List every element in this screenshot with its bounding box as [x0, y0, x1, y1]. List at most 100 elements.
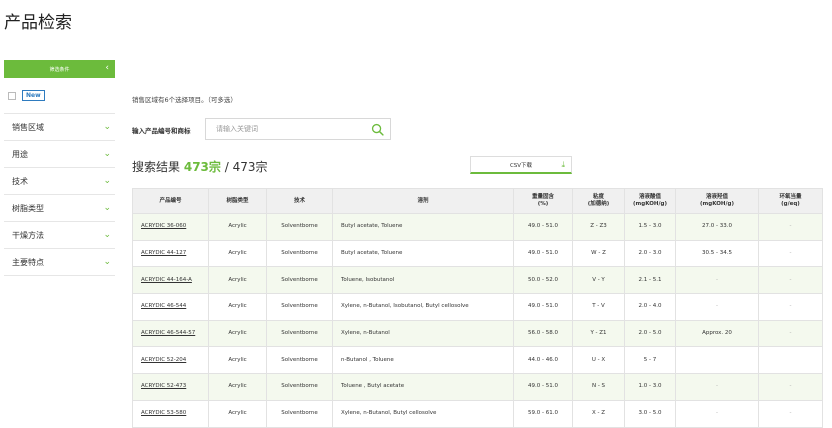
- product-code-link[interactable]: ACRYDIC 44-164-A: [141, 277, 192, 283]
- solvent-cell-text: Butyl acetate, Toluene: [341, 250, 403, 257]
- col-header-epoxy-equivalent[interactable]: 环氧当量 (g/eq): [758, 188, 823, 214]
- technology-cell-text: Solventborne: [281, 276, 318, 283]
- epoxy-equivalent-cell: -: [758, 320, 823, 348]
- resin-type-cell-text: Acrylic: [228, 410, 247, 417]
- resin-type-cell: Acrylic: [208, 320, 267, 348]
- sidebar-item-sales-region[interactable]: 销售区域 ⌄: [4, 114, 115, 141]
- sidebar-item-key-features[interactable]: 主要特点 ⌄: [4, 249, 115, 276]
- product-code-cell: ACRYDIC 46-544-57: [132, 320, 209, 348]
- acid-value-cell-text: 2.0 - 3.0: [638, 250, 662, 257]
- solvent-cell-text: Xylene, n-Butanol, Butyl cellosolve: [341, 410, 437, 417]
- hydroxyl-value-cell: [675, 346, 759, 375]
- solids-cell: 50.0 - 52.0: [513, 266, 573, 295]
- viscosity-cell-text: N - S: [591, 383, 606, 390]
- resin-type-cell-text: Acrylic: [228, 383, 247, 390]
- search-input[interactable]: [216, 125, 366, 133]
- collapse-chevron-icon[interactable]: ‹: [105, 63, 109, 73]
- sidebar-item-label: 销售区域: [12, 122, 44, 132]
- solvent-cell: Butyl acetate, Toluene: [332, 240, 514, 268]
- sidebar-header-label: 筛选条件: [49, 66, 70, 73]
- solids-cell-text: 49.0 - 51.0: [528, 383, 558, 390]
- col-header-acid-value[interactable]: 溶液酸值 (mgKOH/g): [624, 188, 676, 214]
- resin-type-cell: Acrylic: [208, 293, 267, 321]
- product-code-link[interactable]: ACRYDIC 46-544: [141, 303, 186, 309]
- hydroxyl-value-cell-text: -: [716, 303, 718, 310]
- solvent-cell-text: n-Butanol , Toluene: [341, 356, 394, 363]
- product-code-cell: ACRYDIC 52-473: [132, 373, 209, 401]
- technology-cell: Solventborne: [266, 320, 333, 348]
- col-header-viscosity[interactable]: 粘度 (加德纳): [572, 188, 625, 214]
- col-header-technology[interactable]: 技术: [266, 188, 333, 214]
- solvent-cell: Butyl acetate, Toluene: [332, 213, 514, 241]
- epoxy-equivalent-cell: [758, 346, 823, 375]
- col-header-product-code[interactable]: 产品编号: [132, 188, 209, 214]
- acid-value-cell: 2.0 - 3.0: [624, 240, 676, 268]
- acid-value-cell: 5 - 7: [624, 346, 676, 375]
- solids-cell: 49.0 - 51.0: [513, 240, 573, 268]
- technology-cell-text: Solventborne: [281, 330, 318, 337]
- technology-cell: Solventborne: [266, 400, 333, 428]
- solvent-cell: n-Butanol , Toluene: [332, 346, 514, 375]
- hydroxyl-value-cell: -: [675, 266, 759, 295]
- hydroxyl-value-cell-text: 27.0 - 33.0: [702, 223, 732, 230]
- chevron-down-icon: ⌄: [103, 122, 111, 132]
- viscosity-cell-text: U - X: [591, 356, 606, 363]
- product-code-link[interactable]: ACRYDIC 53-580: [141, 410, 186, 416]
- hydroxyl-value-cell: -: [675, 400, 759, 428]
- viscosity-cell-text: T - V: [592, 303, 605, 310]
- sidebar-item-technology[interactable]: 技术 ⌄: [4, 168, 115, 195]
- col-header-hydroxyl-value[interactable]: 溶液羟值 (mgKOH/g): [675, 188, 759, 214]
- product-code-link[interactable]: ACRYDIC 46-544-57: [141, 330, 195, 336]
- search-box[interactable]: [205, 118, 391, 140]
- epoxy-equivalent-cell-text: -: [789, 383, 792, 390]
- viscosity-cell: U - X: [572, 346, 625, 375]
- acid-value-cell-text: 2.0 - 4.0: [638, 303, 662, 310]
- col-header-solvent[interactable]: 溶剂: [332, 188, 514, 214]
- solids-cell-text: 59.0 - 61.0: [528, 410, 558, 417]
- product-code-link[interactable]: ACRYDIC 36-060: [141, 223, 186, 229]
- result-label: 搜索结果: [132, 160, 181, 174]
- technology-cell-text: Solventborne: [281, 250, 318, 257]
- result-total: / 473宗: [224, 160, 268, 174]
- product-code-link[interactable]: ACRYDIC 44-127: [141, 250, 186, 256]
- acid-value-cell-text: 2.0 - 5.0: [638, 330, 662, 337]
- sidebar-item-resin-type[interactable]: 树脂类型 ⌄: [4, 195, 115, 222]
- csv-download-button[interactable]: CSV下载 ⤓: [470, 156, 572, 174]
- col-header-solids[interactable]: 重量固含 (%): [513, 188, 573, 214]
- resin-type-cell-text: Acrylic: [228, 276, 247, 283]
- resin-type-cell: Acrylic: [208, 373, 267, 401]
- hydroxyl-value-cell-text: -: [716, 410, 718, 417]
- new-checkbox[interactable]: [8, 91, 16, 100]
- resin-type-cell: Acrylic: [208, 240, 267, 268]
- sidebar-item-label: 用途: [12, 149, 28, 159]
- col-header-resin-type[interactable]: 树脂类型: [208, 188, 267, 214]
- csv-download-label: CSV下载: [509, 162, 533, 169]
- sidebar-header[interactable]: 筛选条件 ‹: [4, 60, 115, 78]
- product-code-cell: ACRYDIC 46-544: [132, 293, 209, 321]
- hydroxyl-value-cell: 30.5 - 34.5: [675, 240, 759, 268]
- acid-value-cell: 1.0 - 3.0: [624, 373, 676, 401]
- epoxy-equivalent-cell: -: [758, 240, 823, 268]
- chevron-down-icon: ⌄: [103, 230, 111, 240]
- viscosity-cell: Y - Z1: [572, 320, 625, 348]
- acid-value-cell-text: 3.0 - 5.0: [638, 410, 662, 417]
- acid-value-cell: 2.1 - 5.1: [624, 266, 676, 295]
- chevron-down-icon: ⌄: [103, 203, 111, 213]
- product-code-cell: ACRYDIC 44-164-A: [132, 266, 209, 295]
- new-filter[interactable]: New: [4, 78, 115, 114]
- viscosity-cell-text: X - Z: [591, 410, 606, 417]
- search-icon[interactable]: [371, 123, 384, 136]
- epoxy-equivalent-cell: -: [758, 213, 823, 241]
- hydroxyl-value-cell: -: [675, 373, 759, 401]
- solids-cell: 59.0 - 61.0: [513, 400, 573, 428]
- table-row: ACRYDIC 46-544 Acrylic Solventborne Xylene,…: [132, 293, 823, 321]
- sidebar-item-drying-method[interactable]: 干燥方法 ⌄: [4, 222, 115, 249]
- product-code-link[interactable]: ACRYDIC 52-204: [141, 357, 186, 363]
- sidebar-item-application[interactable]: 用途 ⌄: [4, 141, 115, 168]
- table-header-row: 产品编号 树脂类型 技术 溶剂 重量固含 (%) 粘度 (加德纳) 溶液酸值 (…: [132, 188, 823, 214]
- table-row: ACRYDIC 44-127 Acrylic Solventborne Butyl a…: [132, 240, 823, 268]
- table-row: ACRYDIC 44-164-A Acrylic Solventborne Tolue…: [132, 266, 823, 295]
- resin-type-cell: Acrylic: [208, 213, 267, 241]
- chevron-down-icon: ⌄: [103, 149, 111, 159]
- product-code-link[interactable]: ACRYDIC 52-473: [141, 383, 186, 389]
